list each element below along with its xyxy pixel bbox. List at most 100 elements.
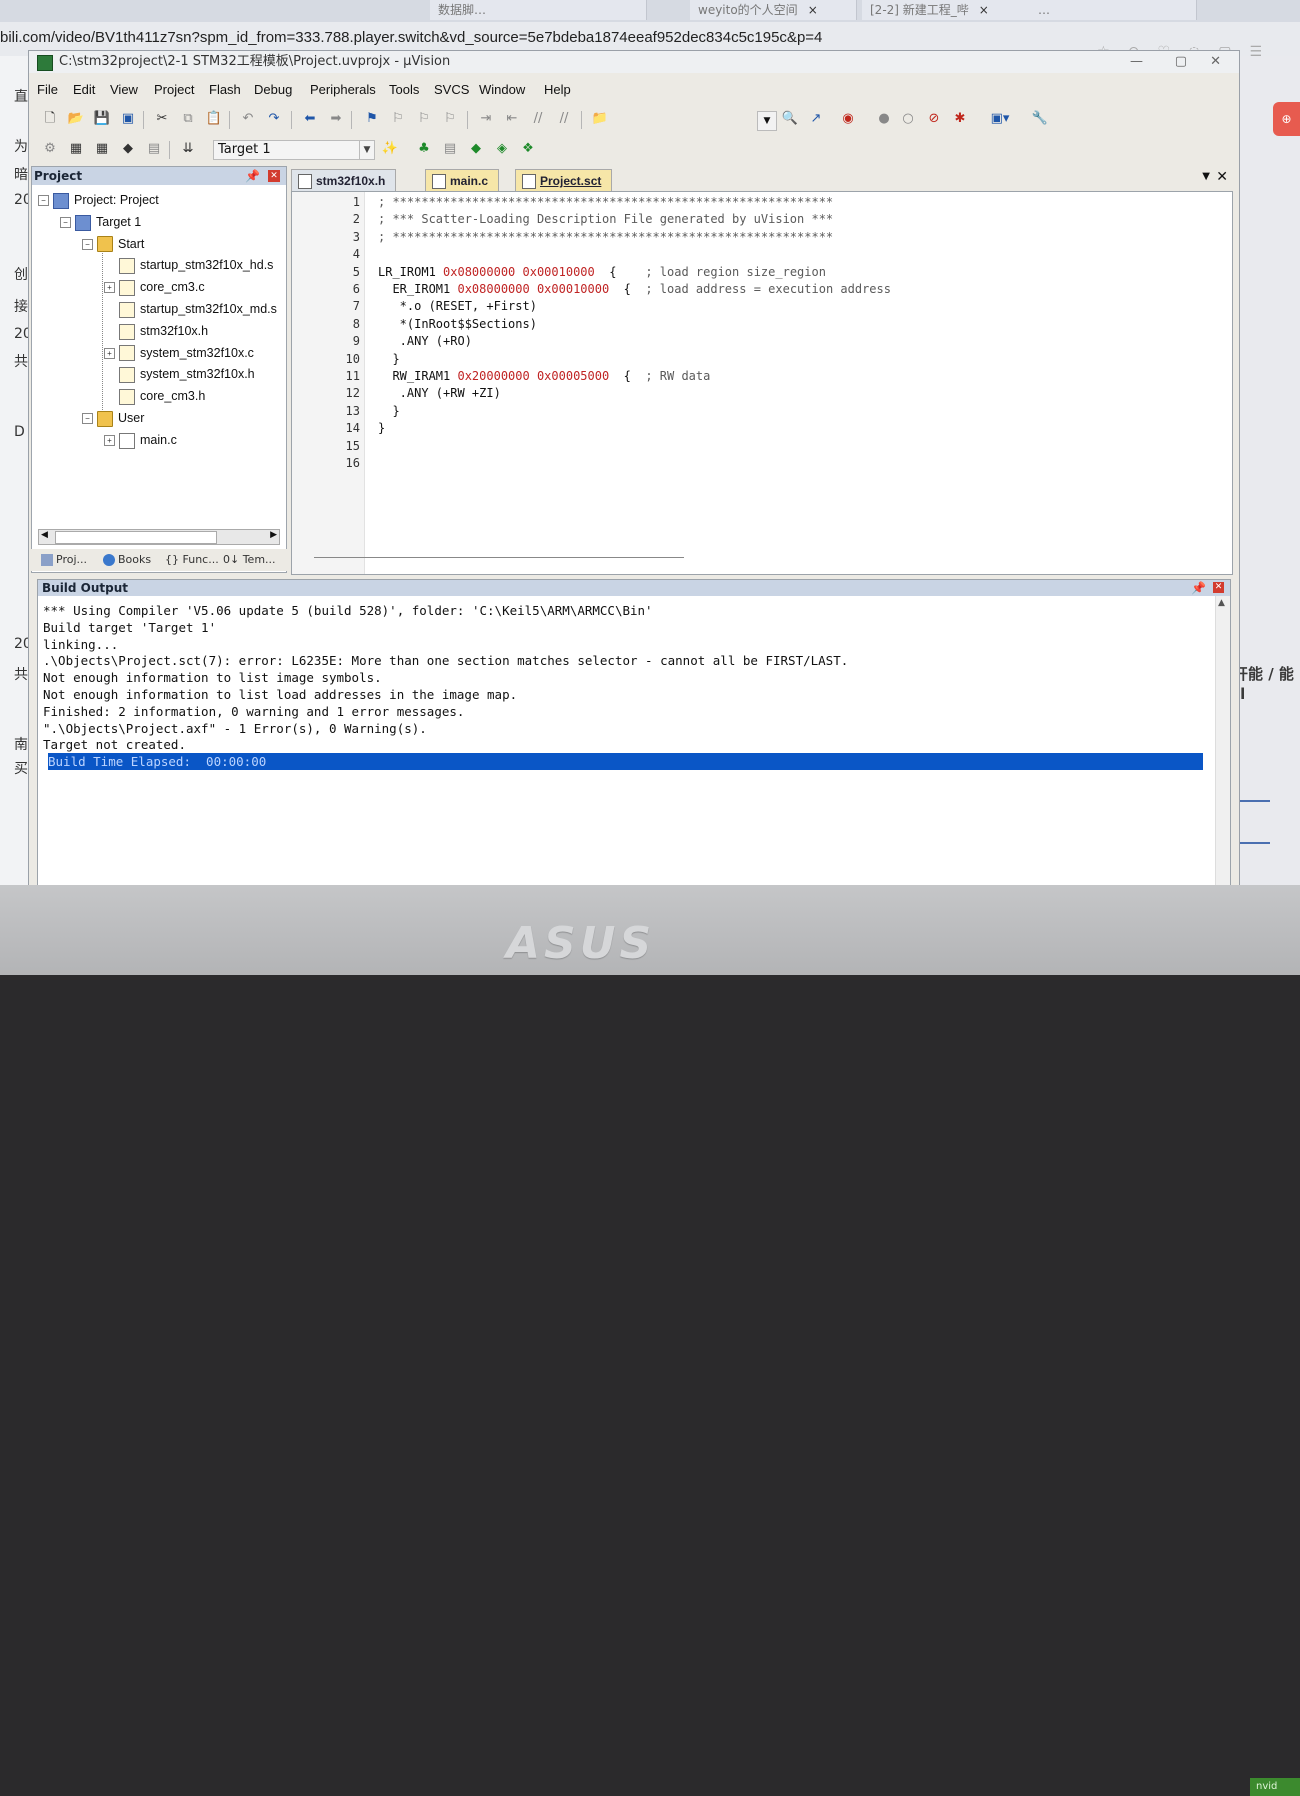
translate-icon[interactable]: ⚙: [41, 140, 59, 158]
browser-tab[interactable]: 数据脚…: [430, 0, 647, 20]
minimize-icon[interactable]: —: [1130, 51, 1143, 73]
next-bookmark-icon[interactable]: ⚐: [415, 110, 433, 128]
expand-icon[interactable]: +: [104, 347, 115, 359]
scroll-left-icon[interactable]: ◀: [41, 530, 48, 540]
browser-tab[interactable]: [2-2] 新建工程_哔 ×: [862, 0, 1037, 20]
cut-icon[interactable]: ✂: [153, 110, 171, 128]
batch-build-icon[interactable]: ◆: [119, 140, 137, 158]
breakpoint-icon[interactable]: ●: [875, 110, 893, 128]
menu-view[interactable]: View: [106, 79, 142, 101]
editor-horizontal-scrollbar[interactable]: [314, 557, 684, 558]
save-icon[interactable]: 💾: [93, 110, 111, 128]
build-output-line[interactable]: Finished: 2 information, 0 warning and 1…: [43, 703, 1198, 720]
build-output-line[interactable]: Target not created.: [43, 736, 1198, 753]
menu-peripherals[interactable]: Peripherals: [306, 79, 380, 101]
collapse-icon[interactable]: −: [82, 413, 93, 425]
build-output-line[interactable]: Build Time Elapsed: 00:00:00: [48, 753, 1203, 771]
browser-tab[interactable]: …: [1030, 0, 1197, 20]
window-layout-icon[interactable]: ▣▾: [985, 110, 1015, 128]
comment-icon[interactable]: //: [529, 110, 547, 128]
build-icon[interactable]: ▦: [67, 140, 85, 158]
chevron-down-icon[interactable]: ▼: [359, 141, 374, 159]
stop-build-icon[interactable]: ▤: [145, 140, 163, 158]
tree-item[interactable]: − User: [82, 407, 144, 429]
tree-item[interactable]: startup_stm32f10x_md.s: [104, 298, 277, 320]
tab-project[interactable]: Proj...: [41, 549, 87, 571]
scrollbar-thumb[interactable]: [55, 531, 217, 544]
incremental-find-icon[interactable]: ↗: [807, 110, 825, 128]
build-output-line[interactable]: *** Using Compiler 'V5.06 update 5 (buil…: [43, 602, 1198, 619]
scroll-up-icon[interactable]: ▲: [1218, 598, 1225, 608]
target-select[interactable]: Target 1 ▼: [213, 140, 375, 160]
select-packs-icon[interactable]: ◈: [493, 140, 511, 158]
tree-item[interactable]: − Start: [82, 233, 144, 255]
clear-bookmarks-icon[interactable]: ⚐: [441, 110, 459, 128]
follow-button[interactable]: ⊕: [1273, 102, 1300, 136]
menu-svcs[interactable]: SVCS: [430, 79, 473, 101]
maximize-icon[interactable]: ▢: [1175, 51, 1187, 73]
expand-icon[interactable]: +: [104, 435, 115, 446]
menu-project[interactable]: Project: [150, 79, 198, 101]
pin-icon[interactable]: 📌: [1191, 580, 1206, 596]
tab-books[interactable]: Books: [103, 549, 151, 571]
build-output-line[interactable]: Not enough information to list load addr…: [43, 686, 1198, 703]
collapse-icon[interactable]: −: [60, 217, 71, 228]
prev-bookmark-icon[interactable]: ⚐: [389, 110, 407, 128]
build-output-line[interactable]: Not enough information to list image sym…: [43, 669, 1198, 686]
copy-icon[interactable]: ⧉: [179, 110, 197, 128]
menu-edit[interactable]: Edit: [69, 79, 99, 101]
tree-item[interactable]: + system_stm32f10x.c: [104, 342, 254, 364]
rebuild-icon[interactable]: ▦: [93, 140, 111, 158]
download-icon[interactable]: ⇊: [179, 140, 197, 158]
bookmark-icon[interactable]: ⚑: [363, 110, 381, 128]
build-output-line[interactable]: .\Objects\Project.sct(7): error: L6235E:…: [43, 652, 1198, 669]
undo-icon[interactable]: ↶: [239, 110, 257, 128]
close-icon[interactable]: ✕: [1213, 582, 1224, 593]
tree-item[interactable]: + core_cm3.c: [104, 276, 205, 298]
editor-tab-project-sct[interactable]: Project.sct: [515, 169, 613, 192]
menu-window[interactable]: Window: [475, 79, 529, 101]
menu-debug[interactable]: Debug: [250, 79, 296, 101]
pin-icon[interactable]: 📌: [245, 167, 260, 185]
close-icon[interactable]: ×: [808, 3, 818, 17]
kill-all-breakpoints-icon[interactable]: ✱: [951, 110, 969, 128]
menu-file[interactable]: File: [33, 79, 62, 101]
project-horizontal-scrollbar[interactable]: ◀ ▶: [38, 529, 280, 545]
editor-tab-main-c[interactable]: main.c: [425, 169, 500, 192]
debug-session-icon[interactable]: ◉: [839, 110, 857, 128]
browser-tab[interactable]: weyito的个人空间 ×: [690, 0, 857, 20]
close-icon[interactable]: ✕: [1210, 51, 1221, 73]
code-editor[interactable]: 1 ; *************************************…: [291, 191, 1233, 575]
close-icon[interactable]: ✕: [268, 170, 280, 182]
build-output-line[interactable]: linking...: [43, 636, 1198, 653]
manage-rte-icon[interactable]: ◆: [467, 140, 485, 158]
pack-installer-icon[interactable]: ❖: [519, 140, 537, 158]
disable-breakpoint-icon[interactable]: ○: [899, 110, 917, 128]
tree-item[interactable]: system_stm32f10x.h: [104, 363, 255, 385]
build-output-vertical-scrollbar[interactable]: ▲: [1215, 596, 1230, 890]
tab-templates[interactable]: 0↓ Tem...: [223, 549, 276, 571]
uncomment-icon[interactable]: //: [555, 110, 573, 128]
tree-item[interactable]: − Project: Project: [38, 189, 159, 211]
unindent-icon[interactable]: ⇤: [503, 110, 521, 128]
redo-icon[interactable]: ↷: [265, 110, 283, 128]
chevron-down-icon[interactable]: ▼: [1202, 171, 1210, 182]
tree-item[interactable]: stm32f10x.h: [104, 320, 208, 342]
tree-item[interactable]: + main.c: [104, 429, 177, 451]
configure-icon[interactable]: 🔧: [1031, 110, 1049, 128]
save-all-icon[interactable]: ▣: [119, 110, 137, 128]
editor-tab-stm32f10x-h[interactable]: stm32f10x.h: [291, 169, 397, 192]
address-bar[interactable]: bili.com/video/BV1th411z7sn?spm_id_from=…: [0, 26, 1060, 50]
nav-forward-icon[interactable]: ➡: [327, 110, 345, 128]
menu-tools[interactable]: Tools: [385, 79, 423, 101]
tree-item[interactable]: startup_stm32f10x_hd.s: [104, 254, 273, 276]
indent-icon[interactable]: ⇥: [477, 110, 495, 128]
collapse-icon[interactable]: −: [82, 238, 93, 250]
close-icon[interactable]: ×: [979, 3, 989, 17]
tab-functions[interactable]: {} Func...: [165, 549, 219, 571]
open-file-icon[interactable]: 📂: [67, 110, 85, 128]
menu-flash[interactable]: Flash: [205, 79, 245, 101]
find-in-files-icon[interactable]: 📁: [591, 110, 609, 128]
build-output-line[interactable]: Build target 'Target 1': [43, 619, 1198, 636]
manage-project-items-icon[interactable]: ♣: [415, 140, 433, 158]
